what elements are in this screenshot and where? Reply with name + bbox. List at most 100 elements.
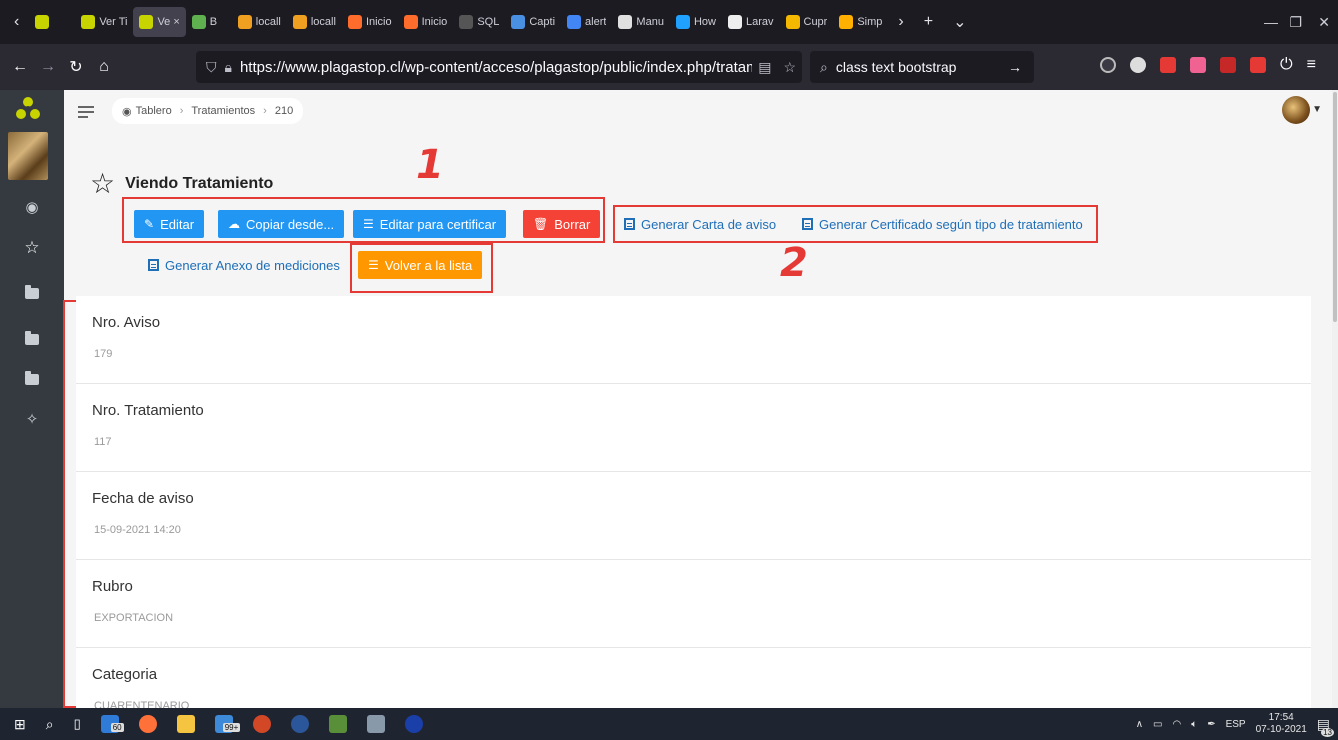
tab-label: alert (585, 16, 607, 28)
bookmark-star-icon[interactable]: ☆ (783, 59, 796, 76)
powerpoint-icon[interactable] (252, 715, 271, 733)
sidebar-item-tratamientos[interactable]: ☆ (0, 238, 64, 258)
hamburger-menu-icon[interactable] (78, 106, 94, 118)
menu-icon[interactable]: ≡ (1307, 56, 1316, 74)
browser-tab[interactable]: Capti (505, 7, 561, 37)
tab-list: Ver Ti Ve × Blocall locall Inicio Inicio SQL Ca… (29, 7, 888, 37)
browser-tab[interactable]: locall (232, 7, 287, 37)
edit-certify-button[interactable]: ☰ Editar para certificar (353, 210, 507, 238)
sidebar-item-dashboard[interactable]: ◉ (0, 198, 64, 216)
file-explorer-icon[interactable] (176, 715, 195, 733)
tab-scroll-left-icon[interactable]: ‹ (4, 13, 29, 31)
wifi-icon[interactable]: ◠ (1172, 719, 1181, 730)
extension-icon[interactable] (1220, 57, 1236, 73)
browser-tab[interactable] (29, 7, 75, 37)
pen-icon[interactable]: ✒ (1207, 719, 1215, 730)
reload-icon[interactable]: ↻ (62, 57, 90, 77)
word-icon[interactable] (290, 715, 309, 733)
notifications-icon[interactable]: ▤ 13 (1317, 716, 1334, 737)
app-icon[interactable]: 60 (100, 715, 124, 733)
sidebar-item-settings[interactable]: ✧ (0, 410, 64, 428)
home-icon[interactable]: ⌂ (90, 58, 118, 76)
edit-button[interactable]: ✎ Editar (134, 210, 205, 238)
generate-letter-label: Generar Carta de aviso (641, 216, 777, 232)
minimize-button[interactable]: — (1264, 0, 1278, 44)
extension-toolbar: ⏻ ≡ (1100, 56, 1316, 74)
delete-button[interactable]: 🗑︎ Borrar (523, 210, 601, 238)
field-label: Nro. Aviso (92, 314, 161, 331)
extension-d-icon[interactable] (1130, 57, 1146, 73)
tab-label: B (209, 16, 218, 28)
volume-icon[interactable]: 🔈︎ (1191, 719, 1197, 730)
browser-tab[interactable]: B (186, 7, 232, 37)
search-go-icon[interactable]: → (1008, 59, 1022, 75)
search-text[interactable]: class text bootstrap (836, 59, 1008, 75)
user-avatar[interactable] (1282, 96, 1310, 124)
sidebar-user-avatar[interactable] (8, 132, 48, 180)
browser-tab[interactable]: Inicio (398, 7, 454, 37)
tab-scroll-right-icon[interactable]: › (888, 13, 913, 31)
search-bar[interactable]: ⌕ class text bootstrap → (810, 51, 1034, 83)
browser-tab[interactable]: SQL (453, 7, 505, 37)
browser-tab[interactable]: Cupr (780, 7, 834, 37)
app-icon[interactable] (328, 715, 347, 733)
search-icon[interactable]: ⌕ (46, 716, 54, 733)
generate-letter-link[interactable]: Generar Carta de aviso (624, 210, 776, 238)
back-icon[interactable]: ← (6, 58, 34, 76)
restore-button[interactable]: ❐ (1289, 0, 1302, 44)
extension-icon[interactable] (1190, 57, 1206, 73)
browser-tab[interactable]: Larav (722, 7, 780, 37)
tab-favicon-icon (567, 15, 582, 29)
tab-label: Ve × (157, 16, 180, 28)
field-value: EXPORTACION (94, 612, 174, 624)
clock[interactable]: 17:54 07-10-2021 (1256, 712, 1307, 736)
browser-tab[interactable]: alert (561, 7, 612, 37)
caret-down-icon[interactable]: ▼ (1312, 104, 1322, 115)
pocket-icon[interactable] (1100, 57, 1116, 73)
browser-tab[interactable]: locall (287, 7, 342, 37)
task-view-icon[interactable]: ▯ (74, 716, 81, 732)
list-icon: ☰ (368, 258, 379, 272)
url-bar[interactable]: ⛉ 🔒︎ https://www.plagastop.cl/wp-content… (196, 51, 802, 83)
language-indicator[interactable]: ESP (1226, 719, 1246, 730)
field-value: 15-09-2021 14:20 (94, 524, 181, 536)
new-tab-button[interactable]: + (914, 13, 943, 31)
tab-list-dropdown-icon[interactable]: ⌄ (943, 12, 976, 32)
app-logo-icon[interactable] (14, 94, 42, 122)
generate-annex-link[interactable]: Generar Anexo de mediciones (148, 251, 340, 279)
adblock-icon[interactable] (1160, 57, 1176, 73)
generate-certificate-link[interactable]: Generar Certificado según tipo de tratam… (802, 210, 1083, 238)
copy-from-button[interactable]: ☁ Copiar desde... (218, 210, 345, 238)
sidebar-item-folder-3[interactable] (0, 371, 64, 389)
breadcrumb-home[interactable]: Tablero (136, 105, 172, 117)
firefox-icon[interactable] (138, 715, 157, 733)
browser-tab[interactable]: Ve × (133, 7, 186, 37)
shield-icon[interactable]: ⛉ (206, 59, 217, 76)
browser-tab[interactable]: Inicio (342, 7, 398, 37)
windows-start-icon[interactable]: ⊞ (14, 716, 26, 733)
page-scrollbar[interactable] (1332, 90, 1338, 708)
app-icon[interactable] (404, 715, 423, 733)
browser-tab[interactable]: Simp (833, 7, 888, 37)
breadcrumb-section[interactable]: Tratamientos (191, 105, 255, 117)
forward-icon[interactable]: → (34, 58, 62, 76)
sidebar-item-folder-2[interactable] (0, 331, 64, 349)
app-icon[interactable] (366, 715, 385, 733)
browser-tab[interactable]: Ver Ti (75, 7, 133, 37)
app-icon[interactable]: 99+ (214, 715, 241, 733)
detail-card: Nro. Aviso 179 Nro. Tratamiento 117 Fech… (76, 296, 1311, 708)
chevron-up-icon[interactable]: ∧ (1136, 719, 1143, 730)
extension-icon[interactable] (1250, 57, 1266, 73)
close-window-button[interactable]: ✕ (1318, 0, 1330, 44)
lock-icon[interactable]: 🔒︎ (225, 59, 232, 76)
browser-tab[interactable]: How (670, 7, 722, 37)
scrollbar-thumb[interactable] (1333, 92, 1337, 322)
url-text[interactable]: https://www.plagastop.cl/wp-content/acce… (240, 59, 752, 76)
browser-tab[interactable]: Manu (612, 7, 670, 37)
reader-view-icon[interactable]: ▤ (758, 59, 771, 76)
sidebar-item-folder-1[interactable] (0, 285, 64, 303)
page-title: Viendo Tratamiento (125, 175, 274, 192)
power-icon[interactable]: ⏻ (1280, 56, 1293, 74)
battery-icon[interactable]: ▭ (1153, 719, 1162, 730)
back-to-list-button[interactable]: ☰ Volver a la lista (358, 251, 483, 279)
